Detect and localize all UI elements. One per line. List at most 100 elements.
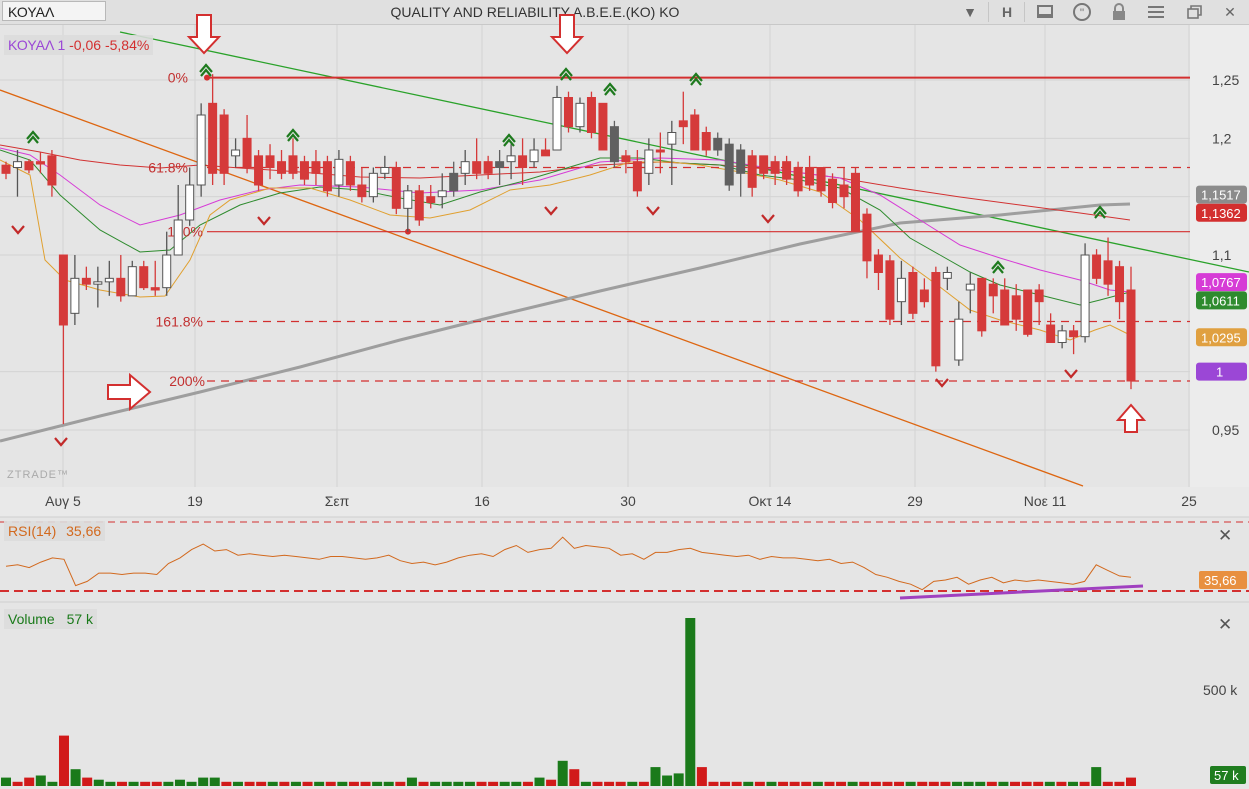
candle[interactable]: [322, 161, 332, 192]
volume-bar[interactable]: [870, 781, 881, 786]
candle[interactable]: [35, 161, 45, 165]
volume-bar[interactable]: [163, 781, 174, 786]
candle[interactable]: [541, 149, 551, 157]
volume-bar[interactable]: [174, 779, 185, 786]
candle[interactable]: [575, 102, 585, 128]
volume-bar[interactable]: [151, 781, 162, 786]
candle[interactable]: [954, 318, 964, 361]
volume-bar[interactable]: [801, 781, 812, 786]
candle[interactable]: [495, 161, 505, 169]
candle[interactable]: [701, 132, 711, 151]
volume-bar[interactable]: [35, 775, 46, 787]
volume-bar[interactable]: [47, 781, 58, 786]
candle[interactable]: [1080, 254, 1090, 338]
candle[interactable]: [713, 137, 723, 151]
volume-bar[interactable]: [128, 781, 139, 786]
volume-bar[interactable]: [615, 781, 626, 786]
candle[interactable]: [104, 277, 114, 283]
volume-bar[interactable]: [546, 779, 557, 786]
volume-bar[interactable]: [12, 781, 23, 786]
candle[interactable]: [1126, 289, 1136, 382]
candle[interactable]: [173, 219, 183, 256]
volume-bar[interactable]: [395, 781, 406, 786]
volume-bar[interactable]: [859, 781, 870, 786]
candle[interactable]: [47, 155, 57, 186]
volume-bar[interactable]: [650, 767, 661, 786]
volume-bar[interactable]: [93, 779, 104, 786]
volume-bar[interactable]: [441, 781, 452, 786]
volume-bar[interactable]: [511, 781, 522, 786]
candle[interactable]: [242, 137, 252, 168]
candle[interactable]: [81, 277, 91, 285]
volume-bar[interactable]: [360, 781, 371, 786]
volume-bar[interactable]: [82, 777, 93, 786]
volume-bar[interactable]: [592, 781, 603, 786]
volume-bar[interactable]: [209, 777, 220, 786]
candle[interactable]: [1, 164, 11, 174]
volume-bar[interactable]: [812, 781, 823, 786]
close-rsi-icon[interactable]: ✕: [1218, 526, 1232, 546]
volume-bar[interactable]: [604, 781, 615, 786]
candle[interactable]: [1069, 330, 1079, 338]
volume-bar[interactable]: [186, 781, 197, 786]
candle[interactable]: [299, 161, 309, 180]
candle[interactable]: [1103, 260, 1113, 285]
volume-bar[interactable]: [569, 769, 580, 786]
candle[interactable]: [678, 120, 688, 128]
candle[interactable]: [254, 155, 264, 186]
volume-bar[interactable]: [662, 775, 673, 787]
candle[interactable]: [437, 190, 447, 198]
volume-bar[interactable]: [325, 781, 336, 786]
candle[interactable]: [277, 161, 287, 174]
candle[interactable]: [1115, 266, 1125, 303]
volume-bar[interactable]: [824, 781, 835, 786]
candle[interactable]: [1092, 254, 1102, 279]
candle[interactable]: [12, 161, 22, 169]
price-legend[interactable]: ΚΟΥΑΛ 1 -0,06 -5,84%: [4, 35, 154, 55]
volume-bar[interactable]: [488, 781, 499, 786]
volume-bar[interactable]: [1021, 781, 1032, 786]
volume-bar[interactable]: [952, 781, 963, 786]
volume-bar[interactable]: [198, 777, 209, 786]
candle[interactable]: [632, 161, 642, 192]
candle[interactable]: [1011, 295, 1021, 320]
candle[interactable]: [1057, 330, 1067, 344]
volume-bar[interactable]: [499, 781, 510, 786]
volume-bar[interactable]: [754, 781, 765, 786]
candle[interactable]: [839, 184, 849, 198]
candle[interactable]: [896, 277, 906, 303]
candle[interactable]: [288, 155, 298, 174]
candle[interactable]: [219, 114, 229, 174]
candle[interactable]: [564, 97, 573, 128]
volume-bar[interactable]: [708, 781, 719, 786]
candle[interactable]: [1023, 289, 1033, 335]
volume-bar[interactable]: [70, 769, 81, 786]
candle[interactable]: [185, 184, 195, 221]
volume-bar[interactable]: [464, 781, 475, 786]
candle[interactable]: [162, 254, 172, 289]
volume-bar[interactable]: [882, 781, 893, 786]
close-volume-icon[interactable]: ✕: [1218, 615, 1232, 635]
volume-bar[interactable]: [743, 781, 754, 786]
candle[interactable]: [93, 281, 103, 285]
volume-bar[interactable]: [279, 781, 290, 786]
volume-bar[interactable]: [789, 781, 800, 786]
volume-bar[interactable]: [290, 781, 301, 786]
volume-bar[interactable]: [244, 781, 255, 786]
volume-bar[interactable]: [58, 735, 69, 786]
volume-bar[interactable]: [580, 781, 591, 786]
candle[interactable]: [265, 155, 275, 168]
candle[interactable]: [334, 158, 344, 186]
candle[interactable]: [58, 254, 68, 326]
volume-bar[interactable]: [105, 781, 116, 786]
candle[interactable]: [368, 172, 378, 198]
volume-bar[interactable]: [685, 618, 696, 786]
volume-bar[interactable]: [372, 781, 383, 786]
candle[interactable]: [816, 167, 826, 192]
volume-bar[interactable]: [557, 760, 568, 786]
candle[interactable]: [1046, 324, 1056, 343]
volume-bar[interactable]: [627, 781, 638, 786]
volume-bar[interactable]: [917, 781, 928, 786]
candle[interactable]: [977, 277, 987, 332]
candle[interactable]: [644, 149, 654, 174]
